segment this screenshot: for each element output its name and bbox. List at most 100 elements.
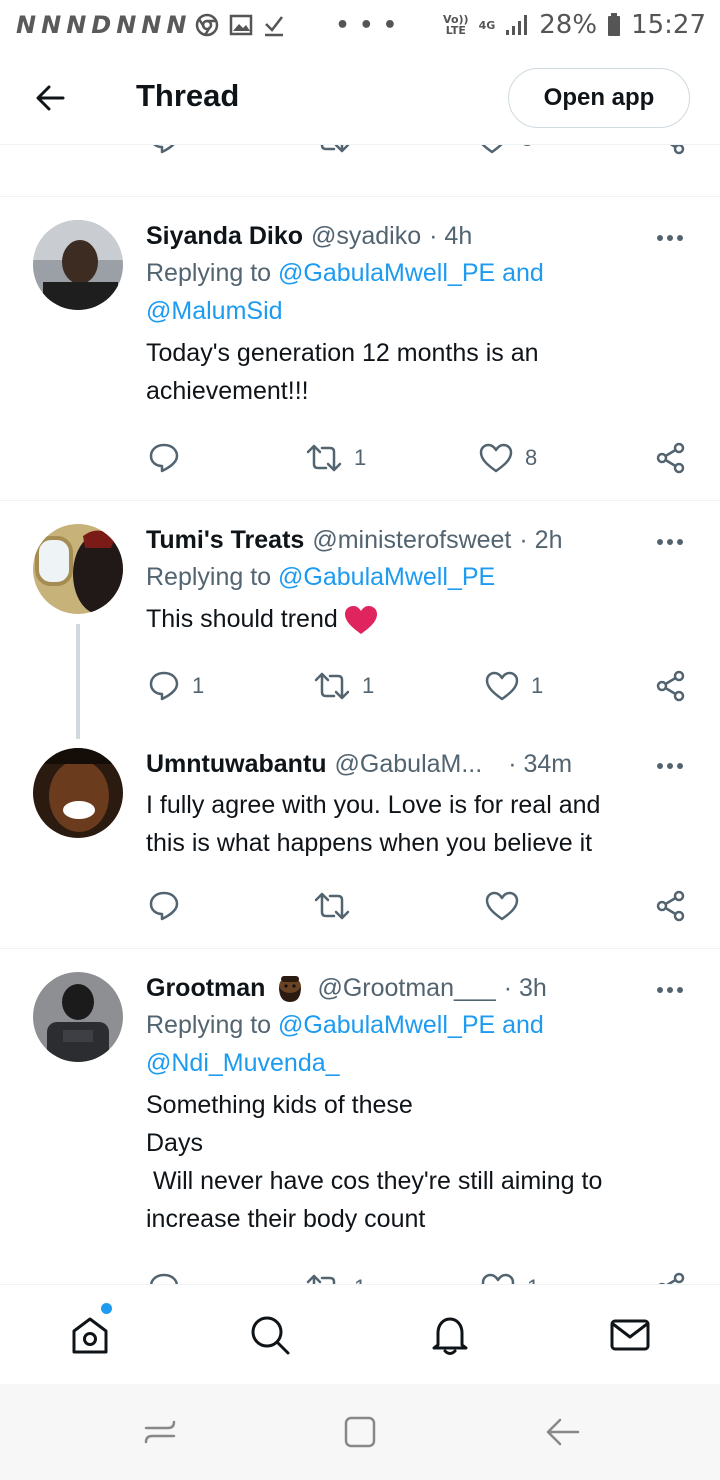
share-button[interactable] [655,145,687,159]
reply-button[interactable] [148,438,180,478]
tweet-time[interactable]: · 3h [504,974,547,1003]
display-name[interactable]: Tumi's Treats [146,526,304,555]
avatar[interactable] [33,972,123,1062]
arrow-left-icon [36,85,65,111]
heart-icon [485,671,519,701]
reply-button[interactable] [148,1268,180,1284]
nav-home[interactable] [68,1313,112,1357]
display-name[interactable]: Umntuwabantu [146,750,327,779]
tweet[interactable]: Umntuwabantu @GabulaM... · 34m I fully a… [0,726,720,949]
mention-link[interactable]: @Ndi_Muvenda_ [146,1049,340,1077]
like-button[interactable]: 8 [479,438,537,478]
tweet-time[interactable]: · 4h [429,222,472,251]
notification-letter: N [141,11,163,39]
top-app-bar: Thread Open app [0,50,720,145]
notification-letter: N [116,11,138,39]
tweet-actions: 1 8 [0,438,720,478]
back-nav-button[interactable] [542,1412,582,1452]
replying-to: Replying to @GabulaMwell_PE [146,563,496,591]
tweet-time[interactable]: · 34m [508,750,572,779]
mention-link[interactable]: @GabulaMwell_PE [278,1011,495,1039]
retweet-count: 1 [354,1275,366,1284]
user-handle[interactable]: @syadiko [311,222,421,251]
speech-bubble-icon [153,145,175,154]
system-navigation-bar [0,1384,720,1480]
retweet-button[interactable] [314,886,350,926]
retweet-icon [306,1274,336,1284]
like-button[interactable]: 1 [485,666,543,706]
user-handle[interactable]: @Grootman___ [317,974,495,1003]
speech-bubble-icon [149,1273,179,1284]
home-icon [72,1317,108,1354]
replying-to: Replying to @GabulaMwell_PE and @MalumSi… [146,259,544,325]
more-dots-icon[interactable] [656,234,684,242]
mention-link[interactable]: @GabulaMwell_PE [278,563,495,591]
bell-icon [432,1317,468,1355]
more-dots-icon[interactable] [656,762,684,770]
more-dots-icon[interactable] [656,538,684,546]
tweet-text: I fully agree with you. Love is for real… [146,791,601,857]
share-button[interactable] [655,1268,687,1284]
reply-count: 1 [192,673,205,698]
retweet-button[interactable] [314,145,350,159]
like-count: 1 [531,673,544,698]
user-handle[interactable]: @ministerofsweet [312,526,511,555]
mention-link[interactable]: @MalumSid [146,297,283,325]
open-app-button[interactable]: Open app [508,68,690,128]
tweet[interactable]: Grootman @Grootman___ · 3h Replying to @… [0,950,720,1284]
display-name[interactable]: Grootman [146,974,265,1003]
retweet-button[interactable]: 1 [314,666,374,706]
like-count: 3 [521,145,533,152]
reply-button[interactable]: 1 [148,666,204,706]
display-name[interactable]: Siyanda Diko [146,222,303,251]
notification-letter: D [91,11,113,39]
volte-icon: Vo)) LTE [443,13,469,37]
replying-to: Replying to @GabulaMwell_PE and @Ndi_Muv… [146,1011,544,1077]
retweet-icon [314,892,350,920]
reply-button[interactable] [148,145,180,159]
tweet[interactable]: Tumi's Treats @ministerofsweet · 2h Repl… [0,502,720,726]
tweet-text: This should trend [146,600,690,638]
back-button[interactable] [30,78,70,118]
share-button[interactable] [655,438,687,478]
avatar[interactable] [33,524,123,614]
nav-search[interactable] [248,1313,292,1357]
tweet-actions [0,886,720,926]
retweet-button[interactable]: 1 [306,1268,366,1284]
like-button[interactable]: 1 [481,1268,539,1284]
share-button[interactable] [655,666,687,706]
tweet[interactable]: Siyanda Diko @syadiko · 4h Replying to @… [0,198,720,501]
share-button[interactable] [655,886,687,926]
gallery-icon [230,14,253,36]
notification-letter: N [66,11,88,39]
tweet-text: Today's generation 12 months is an achie… [146,339,539,405]
envelope-icon [610,1319,650,1351]
signal-icon [506,15,528,35]
chrome-icon [196,13,219,37]
reply-button[interactable] [148,886,180,926]
like-button[interactable]: 3 [475,145,533,159]
nav-notifications[interactable] [428,1313,472,1357]
retweet-count: 1 [362,673,375,698]
mention-link[interactable]: @GabulaMwell_PE [278,259,495,287]
divider [0,948,720,949]
more-dots-icon[interactable] [656,986,684,994]
nav-messages[interactable] [608,1313,652,1357]
retweet-button[interactable]: 1 [306,438,366,478]
share-icon [669,145,685,155]
home-notification-dot [101,1303,112,1314]
like-button[interactable] [485,886,519,926]
heart-icon [485,891,519,921]
user-handle[interactable]: @GabulaM... [335,750,483,779]
recents-button[interactable] [140,1412,180,1452]
avatar[interactable] [33,748,123,838]
tweet-time[interactable]: · 2h [519,526,562,555]
avatar-image [33,524,123,614]
recents-icon [144,1420,176,1444]
square-home-icon [344,1416,376,1448]
red-heart-emoji [344,606,377,635]
avatar[interactable] [33,220,123,310]
retweet-icon [306,444,342,472]
speech-bubble-icon [149,671,179,701]
home-button[interactable] [340,1412,380,1452]
